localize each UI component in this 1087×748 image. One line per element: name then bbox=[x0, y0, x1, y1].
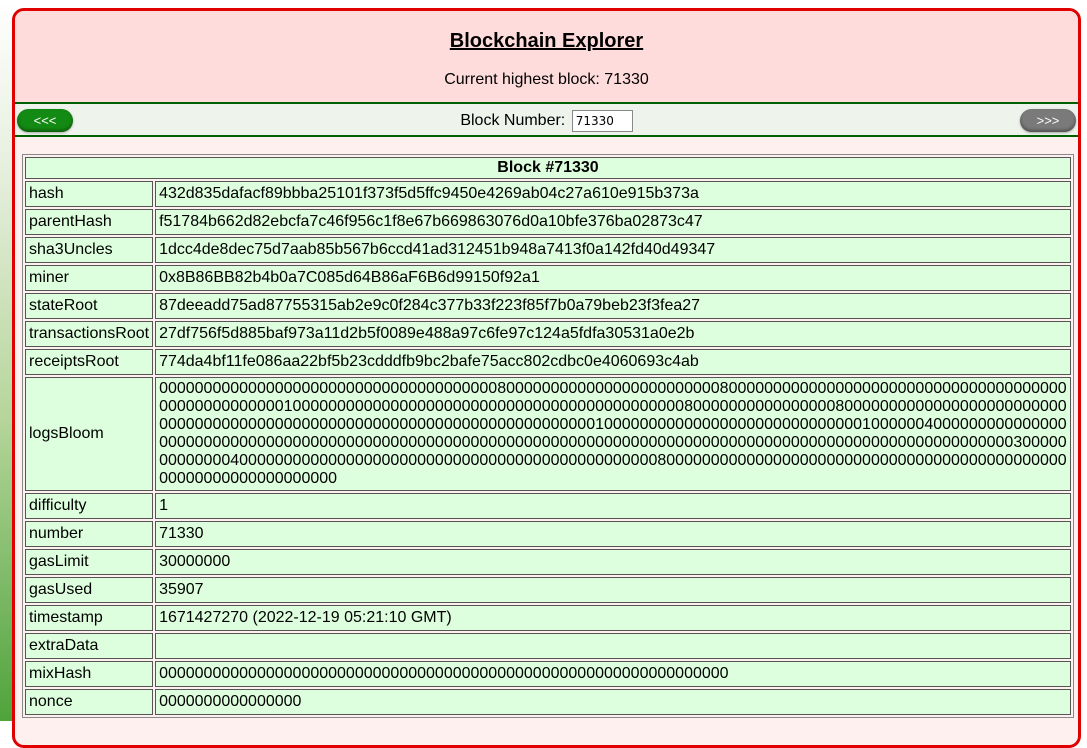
field-name: number bbox=[25, 521, 154, 547]
field-value: 87deeadd75ad87755315ab2e9c0f284c377b33f2… bbox=[155, 293, 1071, 319]
field-value: 432d835dafacf89bbba25101f373f5d5ffc9450e… bbox=[155, 181, 1071, 207]
table-row: parentHash f51784b662d82ebcfa7c46f956c1f… bbox=[25, 209, 1071, 235]
table-row: mixHash 00000000000000000000000000000000… bbox=[25, 661, 1071, 687]
table-row: transactionsRoot 27df756f5d885baf973a11d… bbox=[25, 321, 1071, 347]
field-name: stateRoot bbox=[25, 293, 154, 319]
field-value: 27df756f5d885baf973a11d2b5f0089e488a97c6… bbox=[155, 321, 1071, 347]
table-row: timestamp 1671427270 (2022-12-19 05:21:1… bbox=[25, 605, 1071, 631]
table-row: gasUsed 35907 bbox=[25, 577, 1071, 603]
block-number-field: Block Number: bbox=[15, 110, 1078, 132]
field-value: f51784b662d82ebcfa7c46f956c1f8e67b669863… bbox=[155, 209, 1071, 235]
table-row: sha3Uncles 1dcc4de8dec75d7aab85b567b6ccd… bbox=[25, 237, 1071, 263]
block-number-input[interactable] bbox=[571, 110, 633, 132]
explorer-header: Blockchain Explorer Current highest bloc… bbox=[15, 11, 1078, 104]
field-value: 0000000000000000000000000000000000000080… bbox=[155, 377, 1071, 491]
table-row: stateRoot 87deeadd75ad87755315ab2e9c0f28… bbox=[25, 293, 1071, 319]
table-row: hash 432d835dafacf89bbba25101f373f5d5ffc… bbox=[25, 181, 1071, 207]
field-name: timestamp bbox=[25, 605, 154, 631]
field-value: 35907 bbox=[155, 577, 1071, 603]
field-name: extraData bbox=[25, 633, 154, 659]
table-row: miner 0x8B86BB82b4b0a7C085d64B86aF6B6d99… bbox=[25, 265, 1071, 291]
field-value bbox=[155, 633, 1071, 659]
table-row: logsBloom 000000000000000000000000000000… bbox=[25, 377, 1071, 491]
field-name: nonce bbox=[25, 689, 154, 715]
page-title: Blockchain Explorer bbox=[449, 30, 644, 52]
field-value: 1dcc4de8dec75d7aab85b567b6ccd41ad312451b… bbox=[155, 237, 1071, 263]
table-row: extraData bbox=[25, 633, 1071, 659]
field-value: 0000000000000000000000000000000000000000… bbox=[155, 661, 1071, 687]
block-details-table: Block #71330 hash 432d835dafacf89bbba251… bbox=[22, 154, 1074, 718]
block-table-caption: Block #71330 bbox=[25, 157, 1071, 179]
field-name: parentHash bbox=[25, 209, 154, 235]
next-block-button[interactable]: >>> bbox=[1020, 109, 1076, 132]
field-name: gasUsed bbox=[25, 577, 154, 603]
table-row: receiptsRoot 774da4bf11fe086aa22bf5b23cd… bbox=[25, 349, 1071, 375]
field-value: 0x8B86BB82b4b0a7C085d64B86aF6B6d99150f92… bbox=[155, 265, 1071, 291]
field-value: 774da4bf11fe086aa22bf5b23cdddfb9bc2bafe7… bbox=[155, 349, 1071, 375]
field-name: miner bbox=[25, 265, 154, 291]
table-row: number 71330 bbox=[25, 521, 1071, 547]
block-navigation-bar: <<< Block Number: >>> bbox=[15, 104, 1078, 137]
table-row: gasLimit 30000000 bbox=[25, 549, 1071, 575]
field-name: transactionsRoot bbox=[25, 321, 154, 347]
field-name: mixHash bbox=[25, 661, 154, 687]
field-value: 71330 bbox=[155, 521, 1071, 547]
field-name: receiptsRoot bbox=[25, 349, 154, 375]
block-number-label: Block Number: bbox=[460, 112, 566, 130]
field-name: gasLimit bbox=[25, 549, 154, 575]
table-row: nonce 0000000000000000 bbox=[25, 689, 1071, 715]
current-highest-block: Current highest block: 71330 bbox=[444, 71, 649, 88]
field-value: 0000000000000000 bbox=[155, 689, 1071, 715]
table-row: difficulty 1 bbox=[25, 493, 1071, 519]
field-name: hash bbox=[25, 181, 154, 207]
field-name: sha3Uncles bbox=[25, 237, 154, 263]
explorer-panel: Blockchain Explorer Current highest bloc… bbox=[12, 8, 1081, 748]
field-name: difficulty bbox=[25, 493, 154, 519]
field-name: logsBloom bbox=[25, 377, 154, 491]
field-value: 1 bbox=[155, 493, 1071, 519]
field-value: 30000000 bbox=[155, 549, 1071, 575]
field-value: 1671427270 (2022-12-19 05:21:10 GMT) bbox=[155, 605, 1071, 631]
block-table-container: Block #71330 hash 432d835dafacf89bbba251… bbox=[15, 137, 1078, 718]
